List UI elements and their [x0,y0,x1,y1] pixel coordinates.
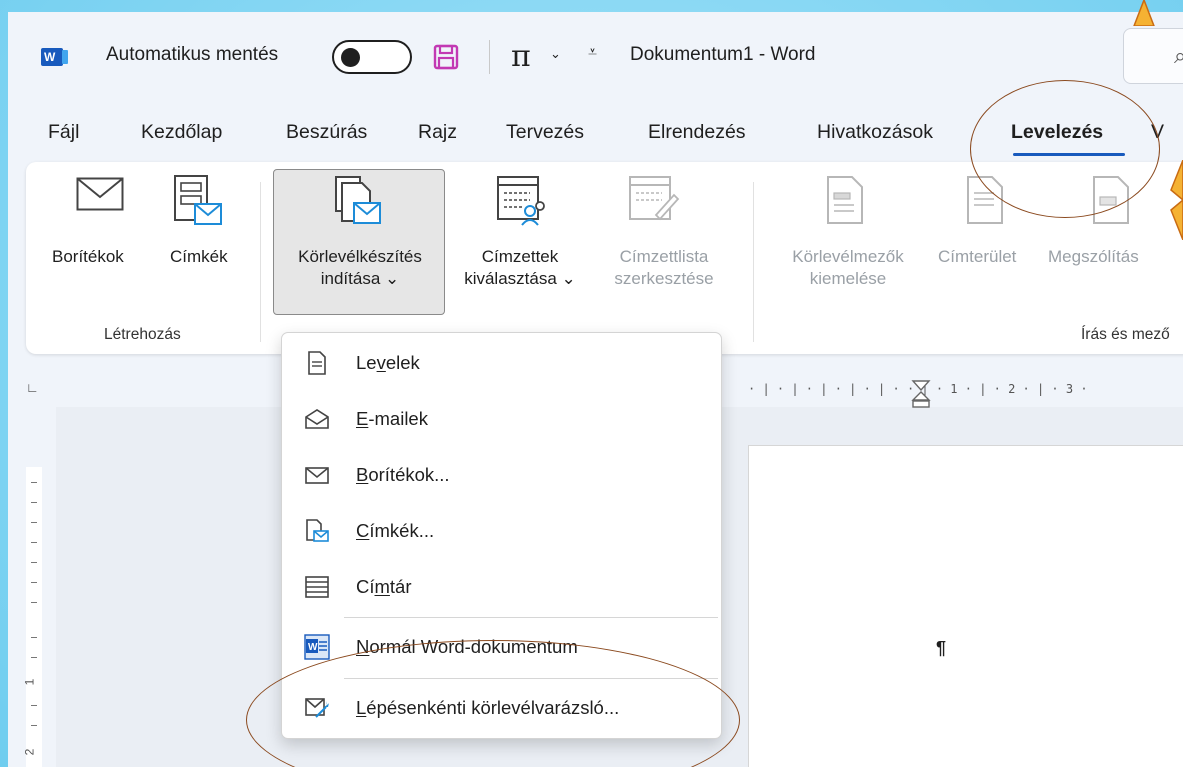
ruler-tick [31,725,37,726]
menu-label-envelopes: Borítékok... [356,464,450,485]
highlight-merge-fields-icon [827,176,863,224]
group-write-label: Írás és mező [1081,326,1170,343]
menu-item-emails[interactable]: E-mailek [282,392,721,448]
chevron-down-icon: ⌄ [561,269,576,288]
menu-label-directory: Címtár [356,576,412,597]
autosave-label: Automatikus mentés [106,44,279,65]
ruler-tick [31,482,37,483]
toggle-knob [341,48,360,67]
tab-design[interactable]: Tervezés [506,121,584,144]
tab-layout[interactable]: Elrendezés [648,121,746,144]
paragraph-mark: ¶ [936,638,947,658]
labels-icon [306,519,329,542]
tab-file[interactable]: Fájl [48,121,79,144]
greeting-line-label: Megszólítás [1048,247,1139,266]
envelope-icon [76,177,124,211]
select-recipients-label-1: Címzettek [481,247,559,266]
menu-item-directory[interactable]: Címtár [282,560,721,616]
email-open-envelope-icon [305,409,329,429]
group-create-label: Létrehozás [104,326,181,343]
menu-separator [344,617,718,618]
ruler-tick [31,657,37,658]
menu-label-letters: Levelek [356,352,420,373]
group-separator [753,182,754,342]
equation-icon[interactable]: π [511,39,531,74]
word-window: W Automatikus mentés π ⌄ ⩡ Dokumentum1 -… [8,12,1183,767]
word-logo-icon: W [41,48,68,66]
svg-text:W: W [308,642,318,653]
tab-selector[interactable]: ∟ [26,380,39,395]
horizontal-ruler[interactable]: · | · | · | · | · | · · | · 1 · | · 2 · … [748,382,1183,402]
envelopes-label: Borítékok [52,247,124,266]
tab-references[interactable]: Hivatkozások [817,121,933,144]
start-mail-merge-label-1: Körlevélkészítés [298,247,422,266]
letter-document-icon [308,351,326,375]
start-mail-merge-text: Körlevélkészítés indítása ⌄ [280,246,440,290]
labels-button[interactable]: Címkék [170,246,228,268]
highlight-merge-fields-label-1: Körlevélmezők [792,247,904,266]
edit-recipient-list-label-2: szerkesztése [614,269,714,288]
chevron-down-icon[interactable]: ⌄ [550,46,561,62]
address-block-button[interactable]: Címterület [938,246,1016,268]
ruler-tick [31,562,37,563]
highlight-merge-fields-label-2: kiemelése [809,269,887,288]
annotation-oval-mailings [970,80,1160,218]
menu-label-emails: E-mailek [356,408,428,429]
ruler-tick [31,522,37,523]
ruler-tick [31,542,37,543]
tab-insert[interactable]: Beszúrás [286,121,367,144]
ruler-tick [31,502,37,503]
envelope-icon [305,467,329,484]
title-separator [489,40,490,74]
tab-home[interactable]: Kezdőlap [141,121,222,144]
search-icon: ⌕ [1174,43,1183,68]
save-icon[interactable] [433,44,459,70]
ruler-tick [31,637,37,638]
indent-marker-icon[interactable] [911,379,931,409]
select-recipients-icon [497,176,545,226]
labels-label: Címkék [170,247,228,266]
edit-recipient-list-label-1: Címzettlista [619,247,709,266]
select-recipients-label-2: kiválasztása ⌄ [464,269,576,288]
ruler-number: 1 [22,678,37,686]
menu-label-labels: Címkék... [356,520,435,541]
title-bar: W Automatikus mentés π ⌄ ⩡ Dokumentum1 -… [8,12,1183,90]
search-box[interactable]: ⌕ [1123,28,1183,84]
ruler-tick [31,602,37,603]
labels-icon [174,175,222,225]
edit-recipient-list-button[interactable]: Címzettlista szerkesztése [598,246,730,290]
group-separator [260,182,261,342]
start-mail-merge-label-2: indítása ⌄ [320,269,400,288]
edit-recipient-list-icon [629,176,680,221]
menu-item-labels[interactable]: Címkék... [282,504,721,560]
vertical-ruler[interactable]: 1 2 [8,407,56,767]
document-title: Dokumentum1 - Word [630,44,816,65]
document-page[interactable] [748,445,1183,767]
ruler-number: 2 [22,748,37,756]
decorative-star-icon [1133,0,1155,26]
chevron-down-icon: ⌄ [385,269,400,288]
autosave-toggle[interactable] [332,40,412,74]
directory-list-icon [305,576,329,598]
address-block-label: Címterület [938,247,1017,266]
highlight-merge-fields-button[interactable]: Körlevélmezők kiemelése [773,246,923,290]
start-mail-merge-icon [335,176,381,224]
menu-item-letters[interactable]: Levelek [282,336,721,392]
vertical-ruler-strip [26,467,42,767]
ruler-tick [31,582,37,583]
menu-item-envelopes[interactable]: Borítékok... [282,448,721,504]
customize-qat-icon[interactable]: ⩡ [588,44,597,62]
tab-draw[interactable]: Rajz [418,121,457,144]
select-recipients-button[interactable]: Címzettek kiválasztása ⌄ [441,246,599,290]
word-document-icon: W [304,634,330,660]
greeting-line-button[interactable]: Megszólítás [1048,246,1139,268]
ruler-tick [31,705,37,706]
decorative-star-icon [1170,160,1183,240]
envelopes-button[interactable]: Borítékok [52,246,124,268]
